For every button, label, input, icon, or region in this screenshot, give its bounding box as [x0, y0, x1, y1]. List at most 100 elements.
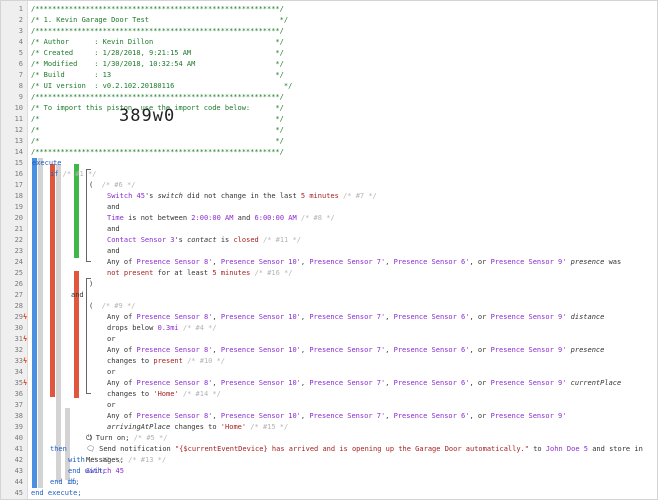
attribute: switch: [157, 192, 183, 200]
device-ref: Presence Sensor 8': [136, 379, 213, 387]
device-ref: Presence Sensor 9': [490, 346, 567, 354]
text: Any of: [107, 379, 137, 387]
or-operator[interactable]: or: [107, 400, 115, 411]
line-number: 20: [14, 214, 23, 222]
text: , or: [469, 346, 491, 354]
condition-presence2[interactable]: Any of Presence Sensor 8', Presence Sens…: [107, 345, 604, 356]
device-ref: Presence Sensor 6': [393, 313, 470, 321]
value: closed: [233, 236, 259, 244]
line-number: 28: [14, 302, 23, 310]
attribute: arrivingAtPlace: [107, 423, 171, 431]
condition-presence[interactable]: Any of Presence Sensor 8', Presence Sens…: [107, 257, 621, 268]
group1-open[interactable]: ( /* #6 */: [89, 180, 135, 191]
device-ref: Presence Sensor 10': [220, 412, 301, 420]
action-send-notification-cont[interactable]: Messages; /* #13 */: [86, 455, 166, 466]
line-number: 39: [14, 423, 23, 431]
line-number: 32: [14, 346, 23, 354]
condition-switch[interactable]: Switch 45's switch did not change in the…: [107, 191, 377, 202]
or-operator[interactable]: or: [107, 334, 115, 345]
comment: /* #9 */: [101, 302, 136, 310]
line-number: 13: [14, 137, 23, 145]
text: Any of: [107, 258, 137, 266]
piston-code-view: /***************************************…: [0, 0, 658, 500]
condition-flag-icon: ϟ: [23, 357, 28, 365]
text: Any of: [107, 346, 137, 354]
action-turn-on[interactable]: ⏻ Turn on; /* #5 */: [86, 433, 167, 444]
header-border: /***************************************…: [31, 5, 284, 13]
condition-contact[interactable]: Contact Sensor 3's contact is closed /* …: [107, 235, 301, 246]
comment: /* #7 */: [338, 192, 377, 200]
end-execute[interactable]: end execute;: [31, 488, 82, 499]
condition-time[interactable]: Time is not between 2:00:00 AM and 6:00:…: [107, 213, 335, 224]
then-keyword[interactable]: then: [50, 444, 67, 455]
execute-bar: [32, 158, 37, 488]
text: ,: [385, 412, 394, 420]
line-number: 35: [14, 379, 23, 387]
line-number: 15: [14, 159, 23, 167]
and-operator[interactable]: and: [71, 290, 84, 301]
condition-presence-cont[interactable]: not present for at least 5 minutes /* #1…: [107, 268, 292, 279]
device-ref: Presence Sensor 7': [309, 412, 386, 420]
end-if[interactable]: end if;: [50, 477, 80, 488]
text: drops below: [107, 324, 158, 332]
comment: /* #1 */: [62, 170, 97, 178]
device-ref: Presence Sensor 10': [220, 346, 301, 354]
comment: /* #11 */: [258, 236, 301, 244]
action-send-notification[interactable]: 🗨 Send notification "{$currentEventDevic…: [86, 444, 643, 455]
text: ,: [212, 412, 221, 420]
line-number: 38: [14, 412, 23, 420]
text: ,: [212, 346, 221, 354]
text: , or: [469, 313, 491, 321]
import-code[interactable]: 389w0: [119, 107, 175, 125]
and-operator[interactable]: and: [107, 246, 120, 257]
line-number: 11: [14, 115, 23, 123]
device-ref: Presence Sensor 10': [220, 313, 301, 321]
line-number: 31: [14, 335, 23, 343]
if-statement[interactable]: if /* #1 */: [50, 169, 96, 180]
text: Any of: [107, 412, 137, 420]
line-number: 36: [14, 390, 23, 398]
end-with[interactable]: end with;: [68, 466, 106, 477]
line-number: 1: [18, 5, 23, 13]
if-keyword: if: [50, 170, 59, 178]
condition-arriving[interactable]: Any of Presence Sensor 8', Presence Sens…: [107, 411, 566, 422]
condition-presence2-cont[interactable]: changes to present /* #10 */: [107, 356, 225, 367]
device-ref: Presence Sensor 10': [220, 258, 301, 266]
line-number: 34: [14, 368, 23, 376]
condition-distance-cont[interactable]: drops below 0.3mi /* #4 */: [107, 323, 217, 334]
line-number: 8: [18, 82, 23, 90]
comment: /* #16 */: [250, 269, 293, 277]
line-number: 5: [18, 49, 23, 57]
header-border: /***************************************…: [31, 27, 284, 35]
device-ref: Presence Sensor 7': [309, 258, 386, 266]
condition-distance[interactable]: Any of Presence Sensor 8', Presence Sens…: [107, 312, 604, 323]
line-number: 42: [14, 456, 23, 464]
condition-place[interactable]: Any of Presence Sensor 8', Presence Sens…: [107, 378, 621, 389]
text: was: [604, 258, 622, 266]
and-operator[interactable]: and: [107, 224, 120, 235]
group2-open[interactable]: ( /* #9 */: [89, 301, 135, 312]
device-ref: Presence Sensor 6': [393, 412, 470, 420]
condition-arriving-cont[interactable]: arrivingAtPlace changes to 'Home' /* #15…: [107, 422, 288, 433]
value: present: [153, 357, 183, 365]
line-number: 19: [14, 203, 23, 211]
line-number: 37: [14, 401, 23, 409]
line-number: 44: [14, 478, 23, 486]
and-operator[interactable]: and: [107, 202, 120, 213]
with-keyword: with: [68, 456, 85, 464]
or-operator[interactable]: or: [107, 367, 115, 378]
device-ref: Presence Sensor 9': [490, 412, 567, 420]
condition-place-cont[interactable]: changes to 'Home' /* #14 */: [107, 389, 221, 400]
line-number: 17: [14, 181, 23, 189]
group1-close: ): [89, 280, 94, 288]
line-number: 24: [14, 258, 23, 266]
created-line: /* Created : 1/28/2018, 9:21:15 AM */: [31, 49, 284, 57]
value: 5 minutes: [212, 269, 251, 277]
attribute: distance: [570, 313, 605, 321]
execute-keyword[interactable]: execute: [32, 158, 62, 169]
text: , or: [469, 412, 491, 420]
attribute: presence: [570, 258, 605, 266]
line-number: 27: [14, 291, 23, 299]
line-number: 23: [14, 247, 23, 255]
device-ref: Switch 45: [107, 192, 145, 200]
